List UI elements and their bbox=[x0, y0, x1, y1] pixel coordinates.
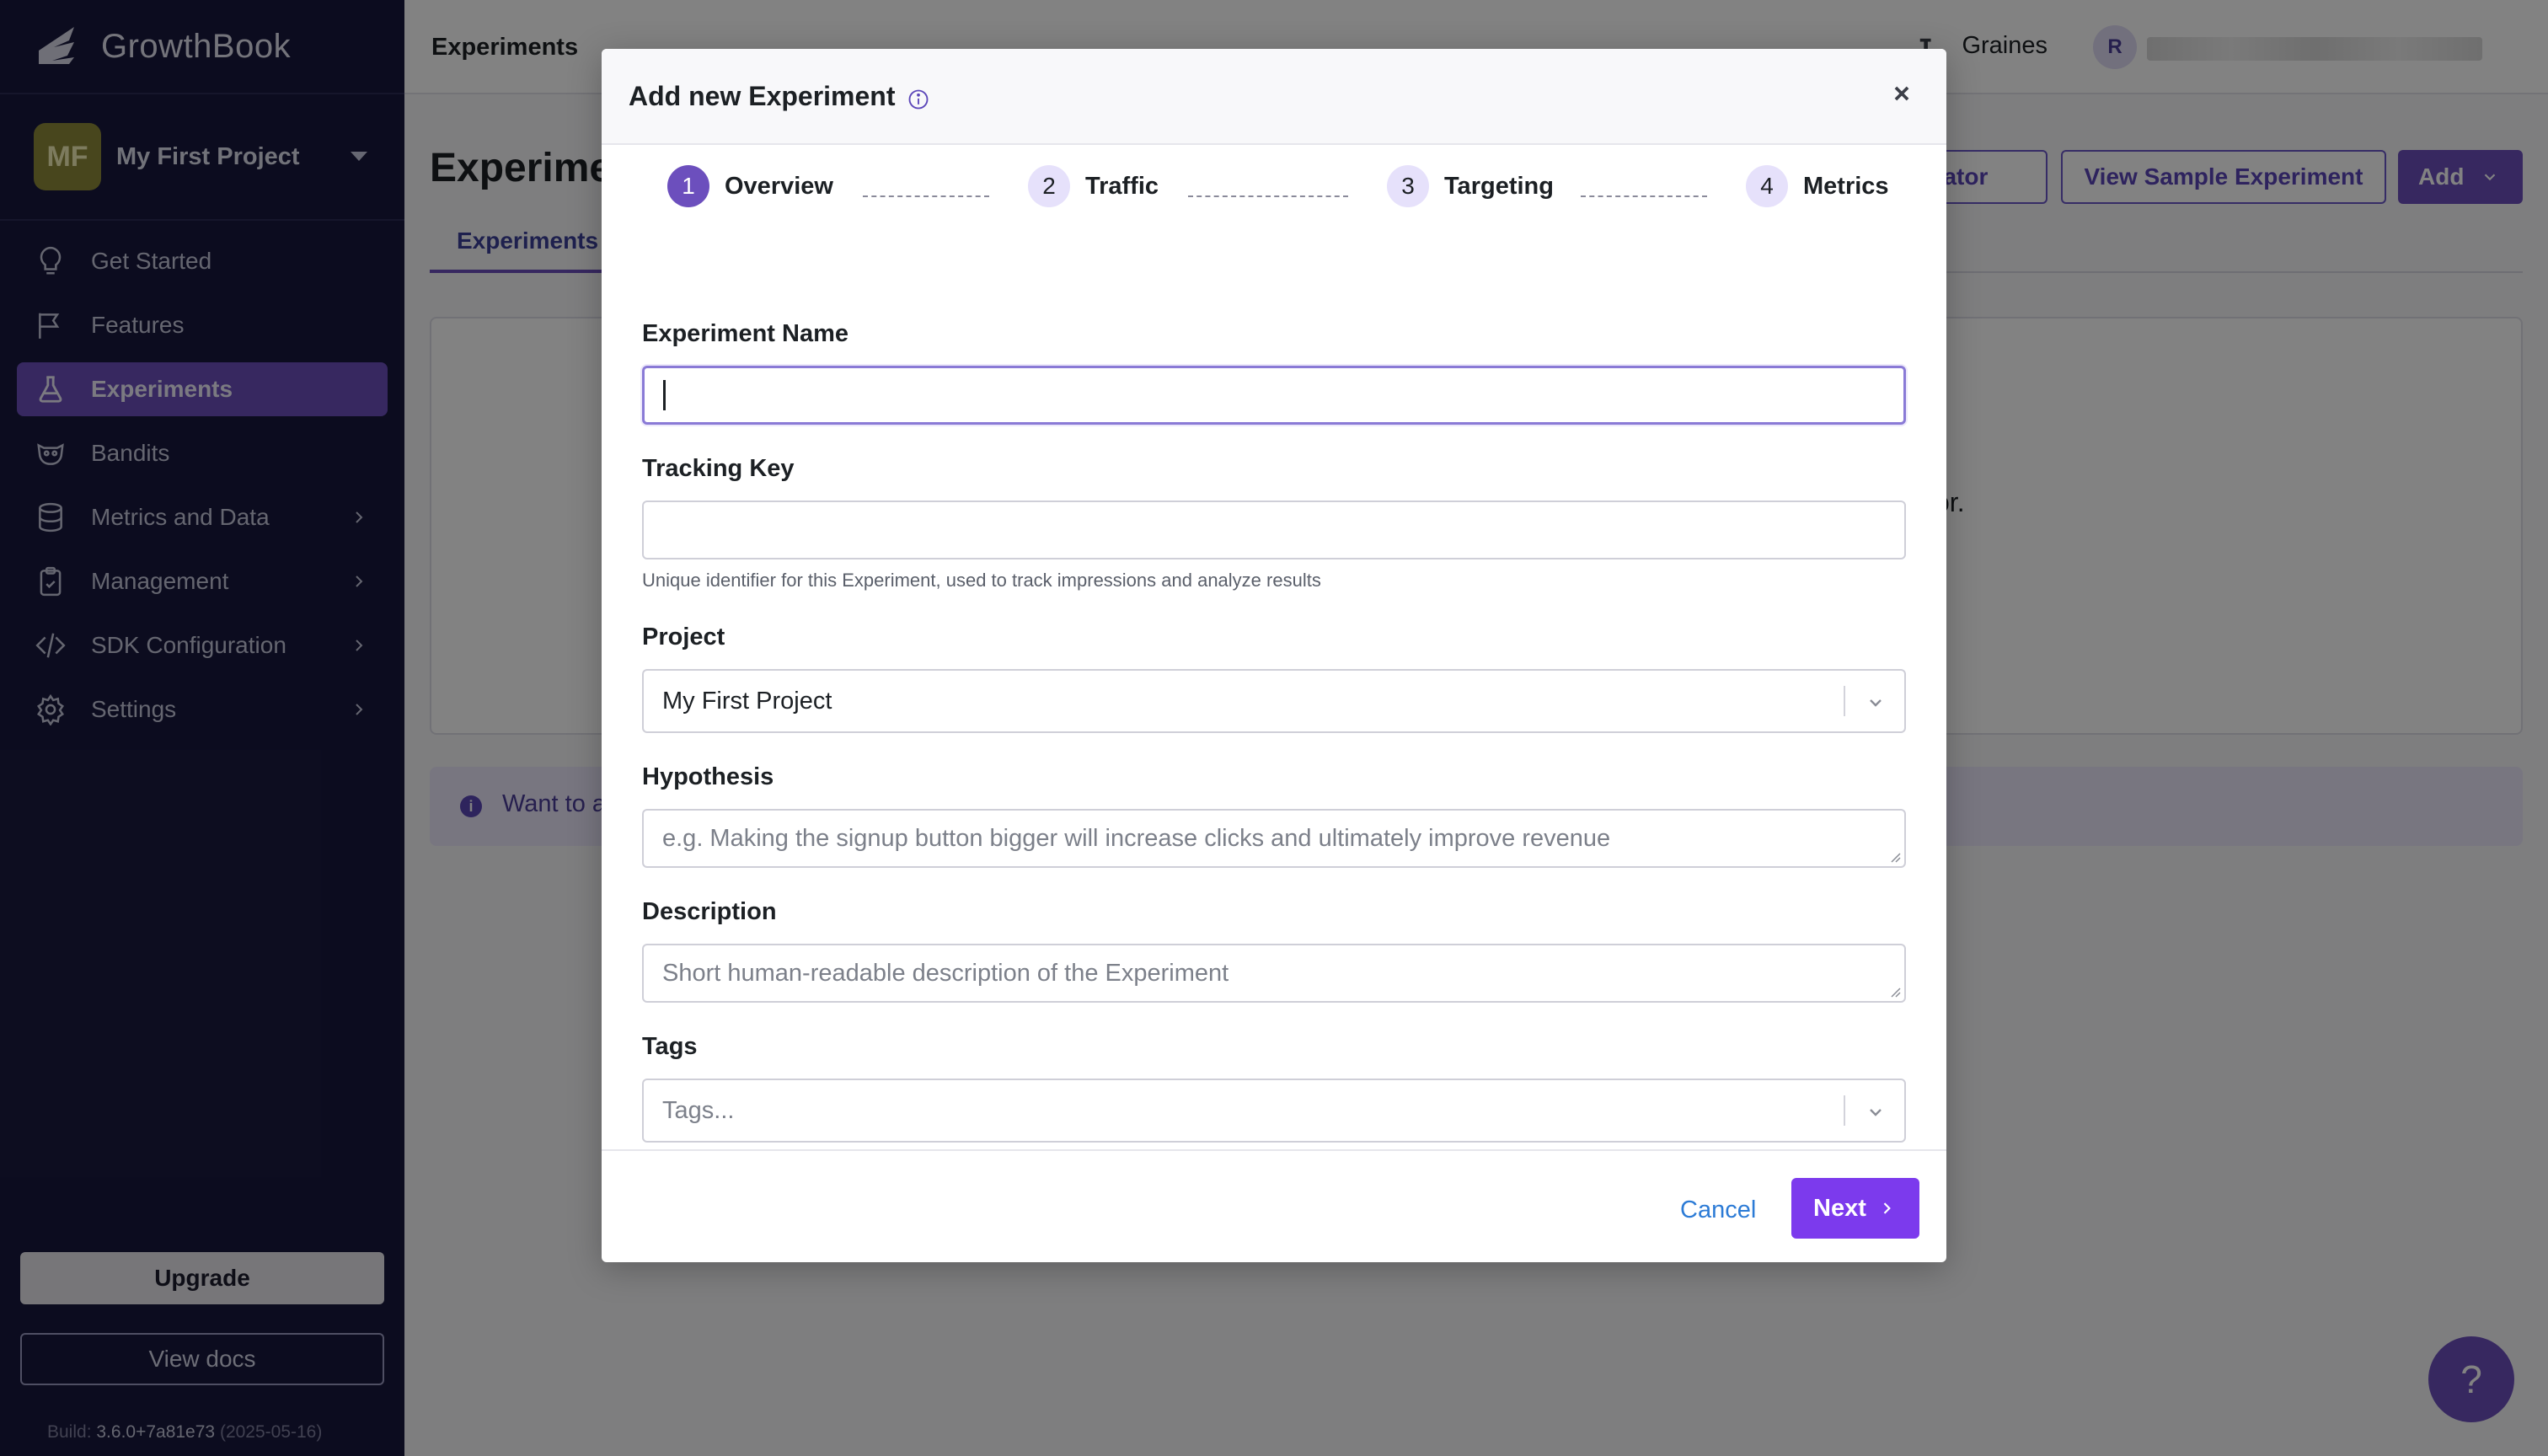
select-separator bbox=[1844, 1095, 1845, 1126]
step-number: 3 bbox=[1387, 165, 1429, 207]
step-label: Traffic bbox=[1085, 172, 1159, 200]
step-label: Targeting bbox=[1444, 172, 1554, 200]
step-metrics[interactable]: 4 Metrics bbox=[1746, 165, 1889, 207]
text-cursor bbox=[663, 380, 666, 410]
chevron-down-icon bbox=[1870, 699, 1882, 707]
description-placeholder: Short human-readable description of the … bbox=[662, 959, 1229, 987]
next-button[interactable]: Next bbox=[1791, 1178, 1919, 1239]
select-separator bbox=[1844, 686, 1845, 716]
step-overview[interactable]: 1 Overview bbox=[667, 165, 833, 207]
project-select[interactable]: My First Project bbox=[642, 669, 1906, 733]
hypothesis-label: Hypothesis bbox=[642, 763, 774, 790]
experiment-name-label: Experiment Name bbox=[642, 320, 848, 347]
modal-header: Add new Experiment bbox=[602, 49, 1946, 145]
step-indicator: 1 Overview 2 Traffic 3 Targeting 4 Metri… bbox=[602, 145, 1946, 228]
hypothesis-textarea[interactable]: e.g. Making the signup button bigger wil… bbox=[642, 809, 1906, 868]
project-label: Project bbox=[642, 624, 725, 650]
step-traffic[interactable]: 2 Traffic bbox=[1028, 165, 1159, 207]
resize-grip-icon[interactable] bbox=[1889, 986, 1901, 998]
tags-placeholder: Tags... bbox=[662, 1096, 735, 1124]
step-label: Overview bbox=[725, 172, 833, 200]
step-connector bbox=[1581, 195, 1707, 197]
description-label: Description bbox=[642, 898, 777, 925]
chevron-right-icon bbox=[1883, 1202, 1891, 1214]
tracking-key-help: Unique identifier for this Experiment, u… bbox=[642, 570, 1321, 591]
step-connector bbox=[863, 195, 989, 197]
step-label: Metrics bbox=[1803, 172, 1889, 200]
add-experiment-modal: Add new Experiment 1 Overview 2 Traffic … bbox=[602, 49, 1946, 1262]
modal-footer: Cancel Next bbox=[602, 1149, 1946, 1262]
step-connector bbox=[1188, 195, 1348, 197]
hypothesis-placeholder: e.g. Making the signup button bigger wil… bbox=[662, 824, 1611, 852]
close-icon[interactable] bbox=[1887, 79, 1916, 108]
cancel-button[interactable]: Cancel bbox=[1680, 1196, 1756, 1224]
step-number: 2 bbox=[1028, 165, 1070, 207]
resize-grip-icon[interactable] bbox=[1889, 851, 1901, 863]
tags-select[interactable]: Tags... bbox=[642, 1079, 1906, 1143]
tracking-key-label: Tracking Key bbox=[642, 455, 795, 482]
tags-label: Tags bbox=[642, 1033, 698, 1060]
experiment-name-input[interactable] bbox=[642, 366, 1906, 425]
step-targeting[interactable]: 3 Targeting bbox=[1387, 165, 1554, 207]
tracking-key-input[interactable] bbox=[642, 500, 1906, 559]
info-icon[interactable] bbox=[907, 88, 930, 111]
project-select-value: My First Project bbox=[662, 687, 832, 715]
next-button-label: Next bbox=[1813, 1194, 1866, 1222]
modal-title: Add new Experiment bbox=[629, 81, 896, 111]
chevron-down-icon bbox=[1870, 1109, 1882, 1116]
step-number: 1 bbox=[667, 165, 709, 207]
description-textarea[interactable]: Short human-readable description of the … bbox=[642, 944, 1906, 1003]
step-number: 4 bbox=[1746, 165, 1788, 207]
